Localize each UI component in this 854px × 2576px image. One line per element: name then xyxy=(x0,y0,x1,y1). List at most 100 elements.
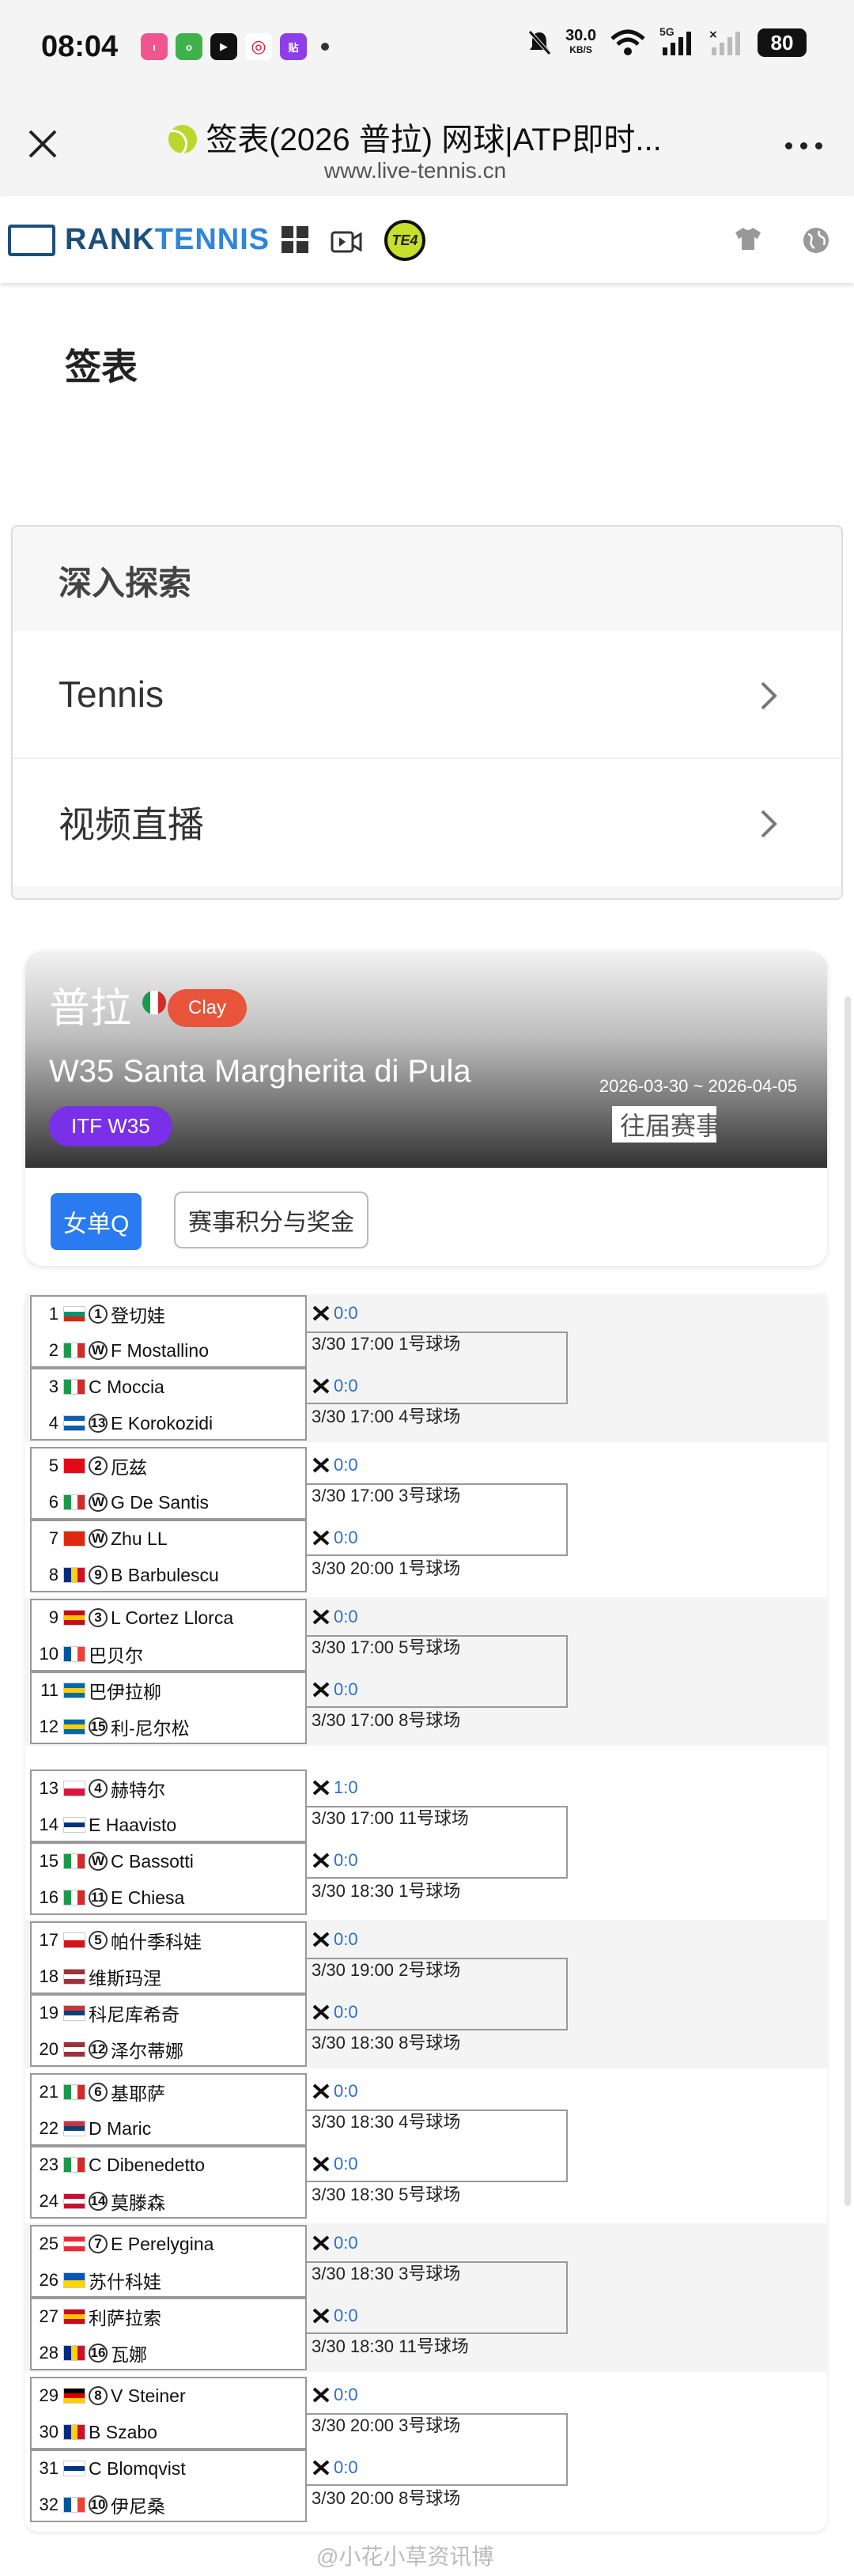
player-row[interactable]: 24 14 莫滕森 xyxy=(32,2184,305,2219)
seed-badge: W xyxy=(89,1341,108,1360)
player-name: B Barbulescu xyxy=(111,1564,219,1585)
player-row[interactable]: 9 3L Cortez Llorca xyxy=(32,1600,305,1635)
country-flag-icon xyxy=(63,1379,85,1395)
player-row[interactable]: 11 巴伊拉柳 xyxy=(32,1673,305,1708)
explore-item-tennis[interactable]: Tennis xyxy=(13,631,841,757)
player-row[interactable]: 15 W C Bassotti xyxy=(32,1844,305,1879)
crossed-rackets-icon xyxy=(312,2387,330,2403)
grid-menu-icon[interactable] xyxy=(282,226,308,253)
te4-live-badge[interactable]: TE4 xyxy=(384,220,425,261)
match-score: 0:0 xyxy=(312,1929,358,1950)
player-row[interactable]: 30 B Szabo xyxy=(32,2415,305,2449)
player-row[interactable]: 10 巴贝尔 xyxy=(32,1637,305,1671)
explore-heading: 深入探索 xyxy=(59,565,192,602)
wifi-icon xyxy=(610,29,645,55)
match-box: 9 3L Cortez Llorca 10 巴贝尔 xyxy=(30,1599,307,1671)
status-app-icons: ı o ▶ ◎ 贴 xyxy=(141,33,329,60)
player-name: C Bassotti xyxy=(111,1850,194,1872)
country-flag-icon xyxy=(63,1932,85,1948)
bracket-connector xyxy=(307,1331,568,1404)
ranktennis-logo[interactable]: RANKTENNIS xyxy=(8,223,270,257)
country-flag-icon xyxy=(63,1719,85,1735)
player-row[interactable]: 29 8 V Steiner xyxy=(32,2378,305,2413)
score-value: 0:0 xyxy=(334,1607,358,1626)
scrollbar[interactable] xyxy=(845,996,851,2206)
seed-badge: W xyxy=(89,1852,108,1871)
player-name: 莫滕森 xyxy=(111,2193,165,2213)
match-box: 27 利萨拉索 28 16 瓦娜 xyxy=(30,2298,307,2370)
crossed-rackets-icon xyxy=(312,1609,330,1625)
crossed-rackets-icon xyxy=(312,1305,330,1321)
country-flag-icon xyxy=(63,1458,85,1474)
player-row[interactable]: 20 12 泽尔蒂娜 xyxy=(32,2032,305,2067)
country-flag-icon xyxy=(63,2461,85,2476)
player-row[interactable]: 21 6 基耶萨 xyxy=(32,2075,305,2110)
bracket-connector xyxy=(307,2413,568,2486)
country-flag-icon xyxy=(63,2497,85,2513)
player-row[interactable]: 28 16 瓦娜 xyxy=(32,2336,305,2370)
browser-toolbar: 签表(2026 普拉) 网球|ATP即时... www.live-tennis.… xyxy=(0,93,854,196)
player-row[interactable]: 7 W Zhu LL xyxy=(32,1521,305,1556)
draw-position: 7 xyxy=(48,1528,59,1548)
more-options-icon[interactable] xyxy=(785,142,822,149)
player-row[interactable]: 8 9B Barbulescu xyxy=(32,1558,305,1592)
player-row[interactable]: 1 1 登切娃 xyxy=(32,1297,305,1331)
draw-group: 25 7 E Perelygina 26 苏什科娃 0:0 3/30 18:30 3号球场 2… xyxy=(25,2223,827,2372)
country-flag-icon xyxy=(63,1415,85,1431)
video-camera-icon[interactable] xyxy=(331,226,362,255)
match-time-court: 3/30 18:30 5号球场 xyxy=(312,2185,461,2204)
player-row[interactable]: 5 2 厄兹 xyxy=(32,1449,305,1483)
player-name: E Chiesa xyxy=(111,1887,185,1908)
country-flag-icon xyxy=(63,2042,85,2057)
player-row[interactable]: 3 C Moccia xyxy=(32,1369,305,1404)
player-row[interactable]: 31 C Blomqvist xyxy=(32,2451,305,2486)
draw-position: 31 xyxy=(39,2458,59,2478)
player-row[interactable]: 2 WF Mostallino xyxy=(32,1333,305,1368)
player-name: C Dibenedetto xyxy=(89,2154,206,2175)
player-row[interactable]: 17 5 帕什季科娃 xyxy=(32,1923,305,1958)
country-flag-icon xyxy=(63,2236,85,2252)
close-icon[interactable] xyxy=(24,125,62,163)
player-row[interactable]: 4 13 E Korokozidi xyxy=(32,1406,305,1441)
tab-women-singles-qualifying[interactable]: 女单Q xyxy=(51,1193,142,1250)
mute-bell-icon xyxy=(528,30,551,55)
player-row[interactable]: 6 WG De Santis xyxy=(32,1485,305,1520)
explore-card: 深入探索 Tennis 视频直播 xyxy=(11,525,843,900)
past-editions-link[interactable]: 往届赛事 xyxy=(612,1106,716,1143)
seed-badge: 13 xyxy=(89,1414,108,1433)
match-score: 0:0 xyxy=(312,2233,358,2253)
explore-item-video-live[interactable]: 视频直播 xyxy=(13,759,841,886)
player-row[interactable]: 12 15 利-尼尔松 xyxy=(32,1709,305,1744)
player-row[interactable]: 23 C Dibenedetto xyxy=(32,2147,305,2182)
player-row[interactable]: 18 维斯玛涅 xyxy=(32,1959,305,1994)
match-box: 1 1 登切娃 2 W F Mostallino xyxy=(30,1295,307,1368)
player-row[interactable]: 14 E Haavisto xyxy=(32,1807,305,1842)
draw-bracket: 1 1 登切娃 2 W F Mostallino 0:0 3/30 17:00 1号球场 3 C … xyxy=(25,1290,827,2532)
player-name: V Steiner xyxy=(111,2385,186,2406)
draw-position: 10 xyxy=(39,1644,59,1664)
seed-badge: 6 xyxy=(89,2083,108,2102)
seed-badge: 9 xyxy=(89,1566,108,1585)
country-flag-icon xyxy=(63,1683,85,1698)
player-row[interactable]: 13 4 赫特尔 xyxy=(32,1771,305,1806)
country-flag-icon xyxy=(63,1646,85,1662)
surface-badge: Clay xyxy=(168,989,248,1027)
player-row[interactable]: 27 利萨拉索 xyxy=(32,2299,305,2334)
player-row[interactable]: 16 11 E Chiesa xyxy=(32,1880,305,1915)
draw-group: 93L Cortez Llorca 10 巴贝尔 0:0 3/30 17:00 5号球场… xyxy=(25,1597,827,1746)
score-value: 0:0 xyxy=(334,1929,358,1949)
player-row[interactable]: 32 10 伊尼桑 xyxy=(32,2487,305,2522)
points-prize-button[interactable]: 赛事积分与奖金 xyxy=(174,1192,368,1248)
player-row[interactable]: 22 D Maric xyxy=(32,2111,305,2146)
player-name: Zhu LL xyxy=(111,1528,168,1549)
player-row[interactable]: 26 苏什科娃 xyxy=(32,2263,305,2298)
browser-title-text: 签表(2026 普拉) 网球|ATP即时... xyxy=(206,123,662,157)
country-flag-icon xyxy=(63,1610,85,1626)
player-row[interactable]: 19 科尼库希奇 xyxy=(32,1996,305,2030)
country-flag-icon xyxy=(63,2309,85,2325)
shirt-icon[interactable] xyxy=(734,226,762,251)
tieba-icon: 贴 xyxy=(280,33,307,60)
country-flag-icon xyxy=(63,1567,85,1583)
player-row[interactable]: 25 7 E Perelygina xyxy=(32,2227,305,2261)
globe-icon[interactable] xyxy=(802,226,830,255)
